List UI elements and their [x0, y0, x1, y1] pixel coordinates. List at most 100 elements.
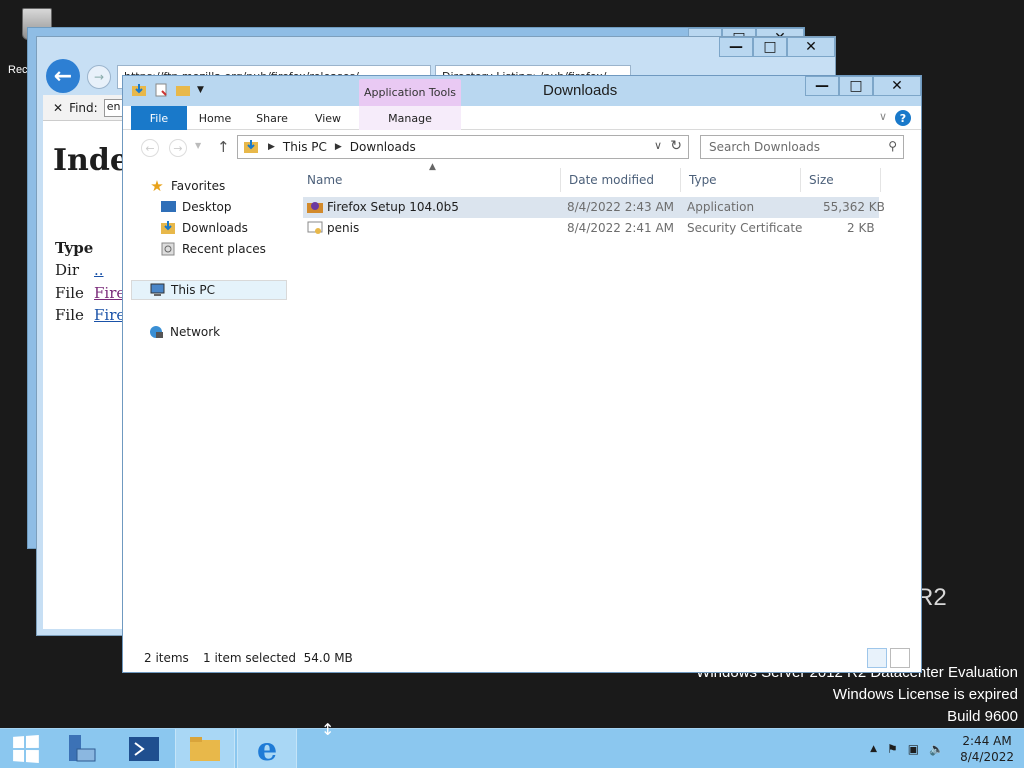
forward-arrow-icon[interactable]: →	[87, 65, 111, 89]
sidebar-item-label: Favorites	[171, 179, 226, 193]
network-status-icon[interactable]: ▣	[908, 742, 919, 756]
find-label: Find:	[69, 100, 98, 115]
resize-cursor-icon: ↕	[321, 720, 335, 739]
file-name: Firefox Setup 104.0b5	[327, 200, 459, 214]
tab-view[interactable]: View	[305, 106, 351, 130]
search-placeholder: Search Downloads	[709, 140, 820, 154]
windows-logo-icon	[13, 734, 39, 764]
file-type: Application	[687, 200, 755, 214]
maximize-icon[interactable]: □	[839, 76, 873, 96]
sidebar-item-label: Recent places	[182, 242, 266, 256]
find-bar: ✕ Find: en	[43, 95, 133, 121]
sidebar-item-recent-places[interactable]: Recent places	[161, 239, 266, 259]
search-input[interactable]: Search Downloads ⚲	[700, 135, 904, 159]
up-arrow-icon[interactable]: ↑	[217, 138, 230, 156]
system-tray: ▲ ⚑ ▣ 🔈 2:44 AM 8/4/2022	[870, 729, 1020, 768]
chevron-down-icon[interactable]: ▼	[197, 85, 204, 95]
row-type: File	[55, 306, 84, 324]
clock[interactable]: 2:44 AM 8/4/2022	[954, 733, 1020, 765]
address-bar[interactable]: ▶ This PC ▶ Downloads ∨ ↻	[237, 135, 689, 159]
close-icon[interactable]: ✕	[873, 76, 921, 96]
find-close-icon[interactable]: ✕	[53, 101, 63, 115]
file-list: ▲ Name Date modified Type Size Firefox S…	[293, 162, 885, 636]
quick-access-toolbar: ▼	[131, 82, 204, 98]
file-row[interactable]: Firefox Setup 104.0b5 8/4/2022 2:43 AM A…	[303, 197, 885, 218]
star-icon: ★	[150, 177, 164, 195]
internet-explorer-button[interactable]: e	[237, 729, 297, 768]
column-header-size[interactable]: Size	[801, 168, 881, 192]
network-icon	[150, 326, 163, 338]
help-icon[interactable]: ?	[895, 110, 911, 126]
sidebar-item-favorites[interactable]: ★ Favorites	[149, 176, 225, 196]
powershell-icon	[129, 737, 159, 761]
sidebar-item-label: Network	[170, 325, 221, 339]
file-date: 8/4/2022 2:41 AM	[567, 221, 675, 235]
recycle-bin-label: Rec	[8, 64, 28, 76]
sidebar-item-this-pc[interactable]: This PC	[131, 280, 287, 300]
breadcrumb-this-pc[interactable]: This PC	[283, 140, 327, 154]
certificate-icon	[307, 221, 323, 234]
title-bar[interactable]: ▼ Application Tools Downloads — □ ✕	[123, 76, 921, 106]
file-explorer-button[interactable]	[175, 729, 235, 768]
sidebar-item-desktop[interactable]: Desktop	[161, 197, 232, 217]
watermark-line-3: Build 9600	[947, 708, 1018, 725]
tab-file[interactable]: File	[131, 106, 187, 130]
navigation-pane: ★ Favorites Desktop Downloads Recent pla…	[131, 166, 289, 636]
minimize-icon[interactable]: —	[719, 37, 753, 57]
back-arrow-icon[interactable]: ←	[141, 139, 159, 157]
row-type: File	[55, 284, 84, 302]
forward-arrow-icon[interactable]: →	[169, 139, 187, 157]
details-view-icon[interactable]	[867, 648, 887, 668]
web-page: Index Type Dir .. File Firef File Firef	[43, 121, 147, 629]
close-icon[interactable]: ✕	[787, 37, 835, 57]
properties-icon[interactable]	[153, 82, 169, 98]
show-hidden-icons-icon[interactable]: ▲	[870, 744, 877, 754]
file-name: penis	[327, 221, 360, 235]
file-type: Security Certificate	[687, 221, 803, 235]
tab-home[interactable]: Home	[191, 106, 239, 130]
recent-locations-icon[interactable]: ▼	[195, 141, 201, 150]
maximize-icon[interactable]: □	[753, 37, 787, 57]
row-type: Dir	[55, 261, 79, 279]
column-header-type[interactable]: Type	[681, 168, 801, 192]
parent-dir-link[interactable]: ..	[94, 261, 104, 279]
sidebar-item-downloads[interactable]: Downloads	[161, 218, 248, 238]
chevron-down-icon[interactable]: ∨	[879, 110, 887, 123]
server-manager-button[interactable]	[50, 729, 110, 768]
downloads-folder-icon	[161, 221, 175, 234]
new-folder-icon[interactable]	[175, 82, 191, 98]
breadcrumb-separator-icon[interactable]: ▶	[335, 142, 342, 152]
tab-share[interactable]: Share	[247, 106, 297, 130]
file-explorer-window[interactable]: ▼ Application Tools Downloads — □ ✕ File…	[122, 75, 922, 673]
large-icons-view-icon[interactable]	[890, 648, 910, 668]
refresh-icon[interactable]: ↻	[670, 138, 682, 154]
start-button[interactable]	[0, 729, 50, 768]
sidebar-item-label: Downloads	[182, 221, 248, 235]
breadcrumb-downloads[interactable]: Downloads	[350, 140, 416, 154]
context-tab-group: Application Tools	[359, 79, 461, 106]
sidebar-item-network[interactable]: Network	[149, 322, 220, 342]
minimize-icon[interactable]: —	[805, 76, 839, 96]
folder-download-icon[interactable]	[131, 82, 147, 98]
ribbon-tabs: File Home Share View Manage ∨ ?	[123, 106, 921, 130]
chevron-down-icon[interactable]: ∨	[654, 139, 662, 152]
file-row[interactable]: penis 8/4/2022 2:41 AM Security Certific…	[303, 218, 879, 239]
tab-manage[interactable]: Manage	[359, 106, 461, 130]
sidebar-item-label: Desktop	[182, 200, 232, 214]
column-header-date[interactable]: Date modified	[561, 168, 681, 192]
clock-time: 2:44 AM	[962, 734, 1012, 748]
taskbar: e ▲ ⚑ ▣ 🔈 2:44 AM 8/4/2022	[0, 728, 1024, 768]
selection-info: 1 item selected 54.0 MB	[203, 651, 353, 665]
file-size: 2 KB	[847, 221, 875, 235]
server-manager-icon	[69, 735, 96, 762]
flag-icon[interactable]: ⚑	[887, 742, 898, 756]
desktop-icon	[161, 201, 176, 212]
downloads-folder-icon	[244, 140, 258, 153]
breadcrumb-separator-icon[interactable]: ▶	[268, 142, 275, 152]
speaker-muted-icon[interactable]: 🔈	[929, 742, 944, 756]
powershell-button[interactable]	[114, 729, 174, 768]
column-header-name[interactable]: Name	[299, 168, 561, 192]
back-arrow-icon[interactable]: ←	[46, 59, 80, 93]
search-icon[interactable]: ⚲	[888, 139, 897, 153]
recent-places-icon	[161, 242, 175, 256]
